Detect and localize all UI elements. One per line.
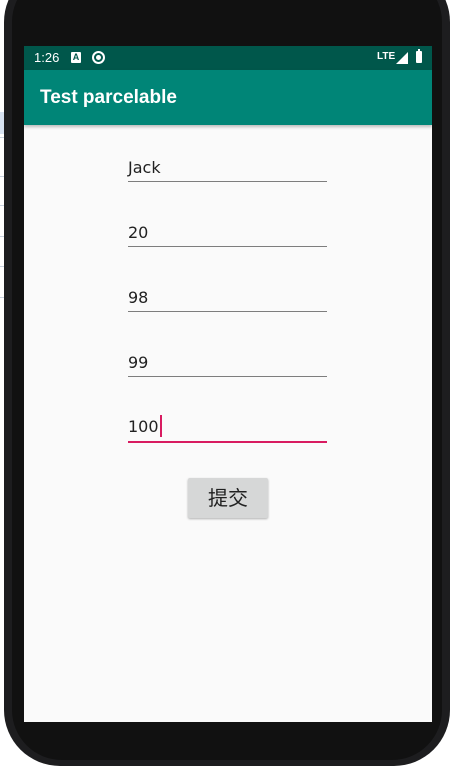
network-type: LTE bbox=[377, 51, 396, 62]
battery-icon bbox=[416, 49, 422, 63]
name-input-value: Jack bbox=[128, 158, 161, 177]
score-input-2-value: 99 bbox=[128, 353, 149, 372]
score-input-3-content: 100 bbox=[128, 415, 162, 437]
text-cursor bbox=[159, 415, 162, 437]
submit-button[interactable]: 提交 bbox=[188, 478, 268, 518]
age-input-value: 20 bbox=[128, 223, 149, 242]
name-input[interactable]: Jack bbox=[128, 149, 327, 182]
score-input-3-value: 100 bbox=[128, 417, 159, 436]
sync-icon bbox=[92, 51, 105, 64]
accessibility-a-icon: A bbox=[71, 52, 81, 63]
score-input-1[interactable]: 98 bbox=[128, 279, 327, 312]
score-input-3[interactable]: 100 bbox=[128, 409, 327, 443]
score-input-2[interactable]: 99 bbox=[128, 344, 327, 377]
app-bar: Test parcelable bbox=[24, 70, 432, 125]
app-title: Test parcelable bbox=[40, 87, 177, 108]
status-bar: 1:26 A LTE bbox=[24, 46, 432, 70]
signal-icon bbox=[396, 52, 408, 64]
status-time: 1:26 bbox=[34, 50, 60, 65]
score-input-1-value: 98 bbox=[128, 288, 149, 307]
age-input[interactable]: 20 bbox=[128, 214, 327, 247]
device-screen: 1:26 A LTE Test parcelable Jack 20 98 99… bbox=[24, 46, 432, 722]
